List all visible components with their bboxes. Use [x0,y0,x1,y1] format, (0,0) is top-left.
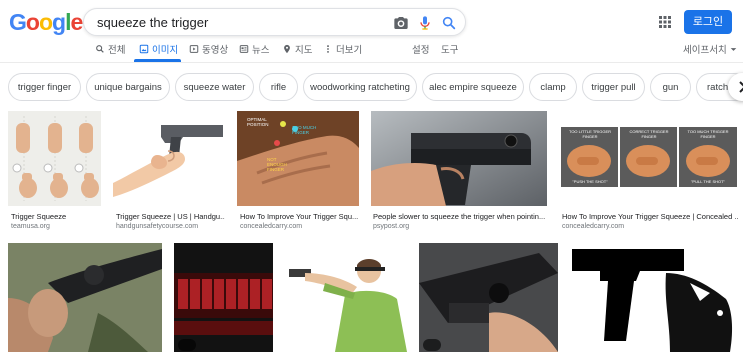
apps-grid-icon[interactable] [658,15,672,29]
result-image-2[interactable] [113,111,225,206]
search-box[interactable]: squeeze the trigger [83,8,466,36]
result-title-1[interactable]: Trigger Squeeze [11,212,101,221]
rifle-shooter-photo [8,243,162,352]
result-image-9[interactable] [419,243,558,352]
camera-icon[interactable] [393,15,409,31]
result-title-5[interactable]: How To Improve Your Trigger Squeeze | Co… [562,212,739,221]
tab-more[interactable]: 더보기 [323,42,362,56]
overlay-label: TOO LITTLE TRIGGER FINGER [568,129,612,139]
tab-maps[interactable]: 지도 [282,42,312,56]
login-button[interactable]: 로그인 [684,10,732,34]
overlay-label: CORRECT TRIGGER FINGER [629,129,669,139]
tag-badge [178,339,196,351]
overlay-label: OPTIMAL POSITION [247,117,269,127]
chip-alec-empire-squeeze[interactable]: alec empire squeeze [422,73,524,101]
tab-images[interactable]: 이미지 [139,42,178,56]
result-source-2: handgunsafetycourse.com [116,223,199,230]
result-image-10[interactable] [570,243,739,352]
overlay-label: TOO MUCH FINGER [292,125,317,135]
logo-letter: e [70,9,83,35]
album-cover-image [174,243,273,352]
pistol-silhouette-image [570,243,739,352]
tab-all[interactable]: 전체 [95,42,125,56]
search-tabs: 전체 이미지 동영상 뉴스 지도 더보기 설정 도구 세이프서치 [0,42,743,62]
result-image-6[interactable] [8,243,162,352]
result-image-5[interactable]: TOO LITTLE TRIGGER FINGER CORRECT TRIGGE… [559,111,739,206]
result-image-7[interactable] [174,243,273,352]
logo-letter: o [38,9,53,35]
safesearch-menu[interactable]: 세이프서치 [683,42,737,56]
result-image-1[interactable] [8,111,101,206]
overlay-label: TOO MUCH TRIGGER FINGER [687,129,729,139]
chip-gun[interactable]: gun [650,73,691,101]
pistol-hand-photo [371,111,547,206]
tools-link[interactable]: 도구 [441,42,458,56]
overlay-label: NOT ENOUGH FINGER [267,157,287,172]
chip-trigger-finger[interactable]: trigger finger [8,73,81,101]
result-image-4[interactable] [371,111,547,206]
video-icon [189,45,199,53]
header-divider [0,62,743,63]
logo-letter: G [9,9,27,35]
hand-pistol-illustration [113,111,225,206]
overlay-label: "PULL THE SHOT" [691,179,725,184]
logo-letter: o [25,9,40,35]
tab-videos[interactable]: 동영상 [189,42,228,56]
result-title-4[interactable]: People slower to squeeze the trigger whe… [373,212,547,221]
google-logo[interactable]: Google [9,9,83,36]
chip-rifle[interactable]: rifle [259,73,298,101]
result-title-2[interactable]: Trigger Squeeze | US | Handgu... [116,212,225,221]
chip-trigger-pull[interactable]: trigger pull [582,73,645,101]
gun-closeup-photo [419,243,558,352]
caret-down-icon [730,47,737,51]
result-image-8[interactable] [285,243,407,352]
hand-grip-illustration [8,111,101,206]
result-image-3[interactable]: OPTIMAL POSITION TOO MUCH FINGER NOT ENO… [237,111,359,206]
search-icon[interactable] [441,15,457,31]
microphone-icon[interactable] [417,15,433,31]
search-input[interactable]: squeeze the trigger [97,15,208,30]
logo-letter: g [52,9,66,35]
video-badge [423,339,441,351]
news-icon [239,45,249,53]
chip-squeeze-water[interactable]: squeeze water [175,73,254,101]
more-icon [327,45,329,53]
chip-unique-bargains[interactable]: unique bargains [86,73,170,101]
result-source-3: concealedcarry.com [240,223,303,230]
chip-clamp[interactable]: clamp [529,73,577,101]
shooter-illustration [285,243,407,352]
result-title-3[interactable]: How To Improve Your Trigger Squ... [240,212,360,221]
overlay-label: "PUSH THE SHOT" [572,179,608,184]
result-source-5: concealedcarry.com [562,223,625,230]
map-pin-icon [284,44,290,54]
result-source-1: teamusa.org [11,223,50,230]
trigger-finger-comparison [559,111,739,206]
image-icon [139,44,149,54]
chip-woodworking-ratcheting[interactable]: woodworking ratcheting [303,73,417,101]
chevron-right-icon [739,81,743,93]
search-icon [96,45,104,53]
settings-link[interactable]: 설정 [412,42,429,56]
result-source-4: psypost.org [373,223,410,230]
tab-news[interactable]: 뉴스 [239,42,269,56]
